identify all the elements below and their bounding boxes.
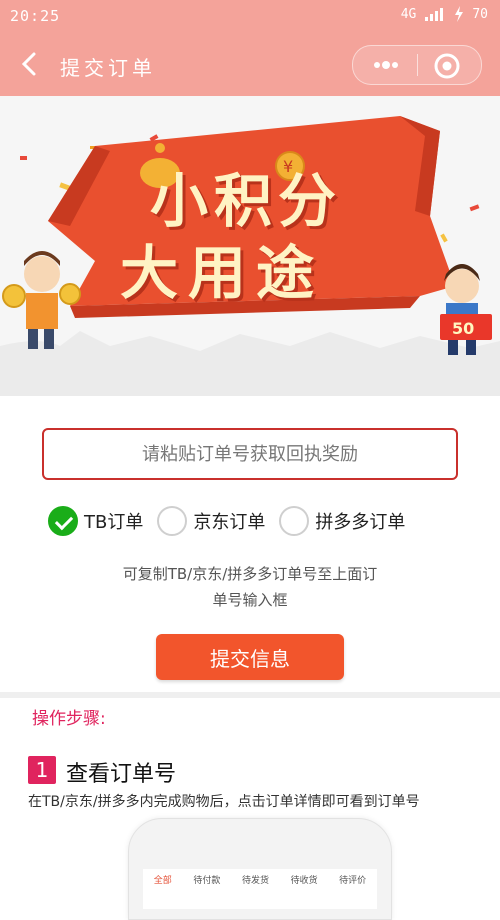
capsule-divider (417, 54, 418, 76)
jd-order-label: 京东订单 (193, 512, 266, 533)
tb-order-label: TB订单 (84, 512, 144, 533)
step-description: 在TB/京东/拼多多内完成购物后，点击订单详情即可看到订单号 (28, 794, 420, 810)
order-number-input[interactable] (42, 428, 458, 480)
steps-section-title: 操作步骤: (32, 709, 106, 729)
status-icons: 4G 70 (401, 6, 488, 22)
phone-tab-pending-shipment: 待发货 (241, 876, 269, 886)
charging-icon (455, 6, 464, 22)
phone-tab-all: 全部 (153, 876, 172, 886)
money-sign-text: 50 (452, 319, 474, 338)
phone-tab-pending-review: 待评价 (339, 876, 367, 886)
nav-header: 提交订单 (0, 32, 500, 96)
option-pdd-order[interactable]: 拼多多订单 (279, 506, 405, 536)
option-jd-order[interactable]: 京东订单 (157, 506, 265, 536)
step-title: 查看订单号 (66, 762, 177, 787)
pdd-order-radio[interactable] (279, 506, 310, 536)
pdd-order-label: 拼多多订单 (315, 512, 406, 533)
close-mini-program-icon[interactable] (433, 52, 461, 80)
tb-order-radio[interactable] (48, 506, 78, 536)
banner-line2: 大用途 (120, 239, 325, 307)
hint-line-2: 单号输入框 (212, 591, 288, 609)
battery-level: 70 (472, 6, 488, 22)
phone-tab-pending-receipt: 待收货 (290, 876, 318, 886)
back-arrow-icon[interactable] (16, 50, 44, 78)
status-time: 20:25 (10, 7, 61, 25)
promo-banner: ¥ 50 小积分 大用途 (0, 96, 500, 396)
phone-tab-pending-payment: 待付款 (193, 876, 221, 886)
phone-screen: 全部 待付款 待发货 待收货 待评价 (143, 869, 377, 909)
status-bar: 20:25 4G 70 (0, 0, 500, 32)
phone-order-tabs: 全部 待付款 待发货 待收货 待评价 (143, 873, 377, 886)
option-tb-order[interactable]: TB订单 (48, 506, 143, 536)
hint-line-1: 可复制TB/京东/拼多多订单号至上面订 (122, 565, 378, 583)
section-divider (0, 692, 500, 698)
mini-program-capsule (352, 45, 482, 85)
jd-order-radio[interactable] (157, 506, 188, 536)
submit-button[interactable]: 提交信息 (156, 634, 344, 680)
order-type-selector: TB订单 京东订单 拼多多订单 (48, 506, 419, 536)
signal-icon (425, 8, 444, 21)
phone-illustration: 全部 待付款 待发货 待收货 待评价 (128, 818, 392, 920)
more-options-icon[interactable] (369, 54, 403, 76)
page-title: 提交订单 (60, 56, 156, 80)
network-label: 4G (400, 6, 417, 22)
step-number-badge: 1 (28, 756, 56, 784)
